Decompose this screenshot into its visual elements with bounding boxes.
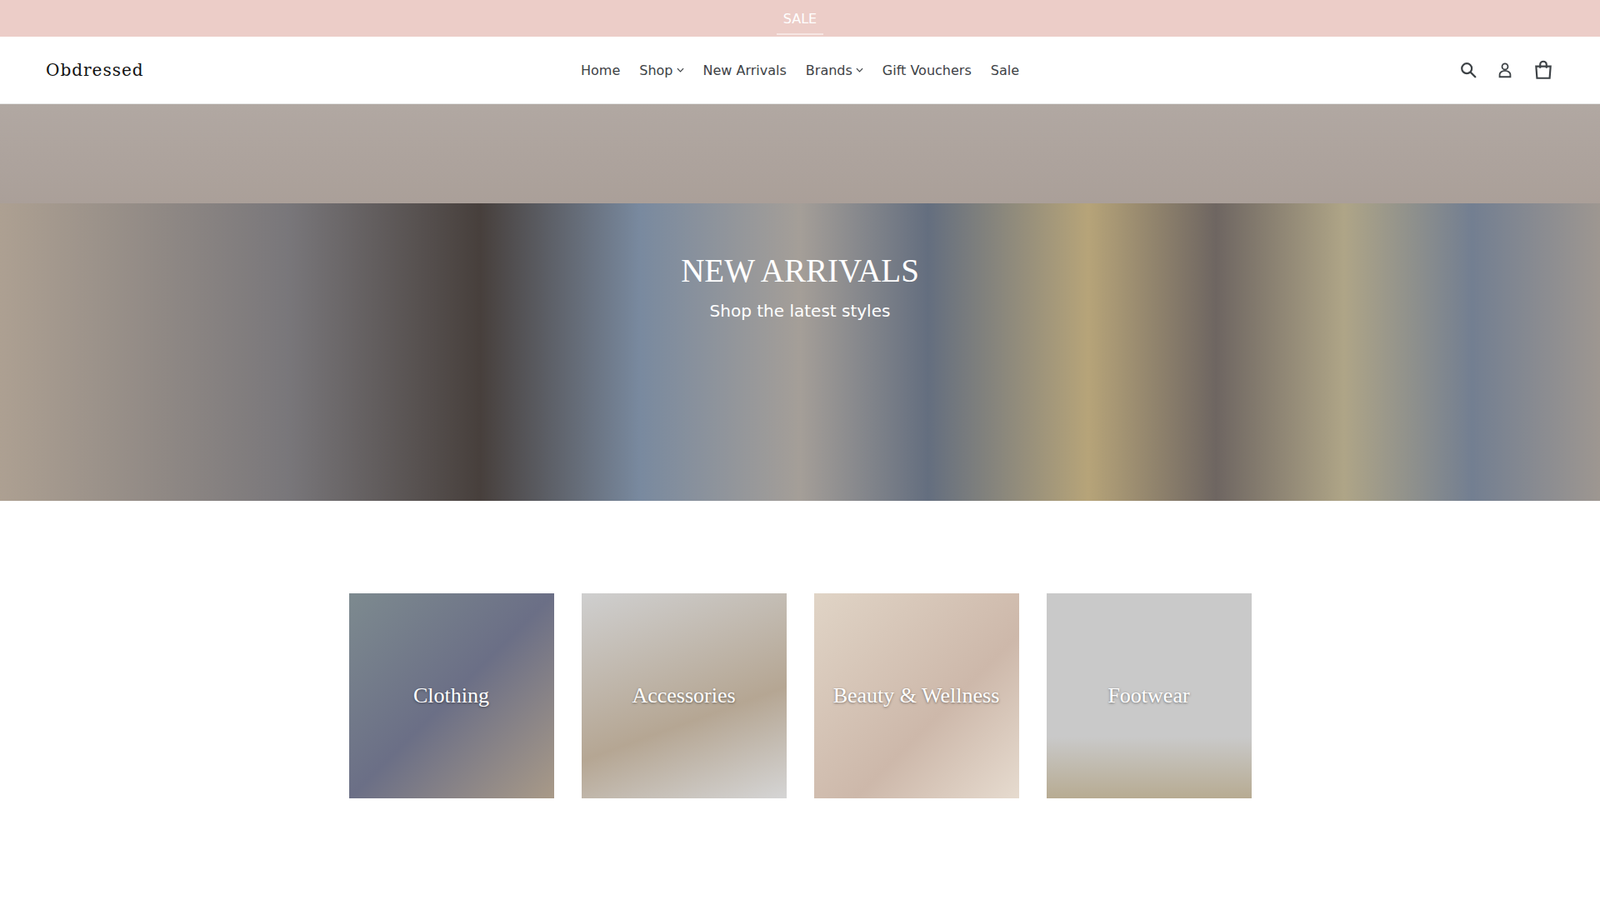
hero-title: NEW ARRIVALS xyxy=(680,251,920,290)
announcement-bar[interactable]: SALE xyxy=(0,0,1600,37)
search-icon[interactable] xyxy=(1459,60,1478,80)
announcement-text[interactable]: SALE xyxy=(776,2,824,35)
nav-item[interactable]: New Arrivals xyxy=(703,62,787,79)
hero-content: NEW ARRIVALS Shop the latest styles xyxy=(680,251,920,321)
page: SALE ObdressedHome Shop New Arrivals Brands G… xyxy=(0,0,1600,900)
hero-subtitle: Shop the latest styles xyxy=(680,300,920,321)
logo[interactable]: Obdressed xyxy=(45,60,581,80)
category-grid: Clothing Accessories Beauty & Wellness Foot… xyxy=(0,500,1600,899)
main-nav: Home Shop New Arrivals Brands Gift Vouchers S… xyxy=(580,62,1020,79)
site-header: ObdressedHome Shop New Arrivals Brands Gift … xyxy=(0,36,1600,105)
nav-item[interactable]: Shop xyxy=(639,62,684,79)
category-card[interactable]: Beauty & Wellness xyxy=(814,593,1020,799)
nav-item[interactable]: Brands xyxy=(805,62,864,79)
category-label: Footwear xyxy=(1102,683,1195,709)
header-icons xyxy=(1019,59,1555,81)
chevron-down-icon xyxy=(855,67,864,73)
category-label: Accessories xyxy=(626,683,740,709)
cart-icon[interactable] xyxy=(1532,59,1555,81)
chevron-down-icon xyxy=(676,67,685,73)
category-card[interactable]: Footwear xyxy=(1046,593,1252,799)
hero-banner[interactable]: NEW ARRIVALS Shop the latest styles xyxy=(0,104,1600,501)
nav-item[interactable]: Sale xyxy=(990,62,1020,79)
category-card[interactable]: Clothing xyxy=(349,593,555,799)
category-label: Clothing xyxy=(408,683,495,709)
account-icon[interactable] xyxy=(1495,60,1515,80)
category-label: Beauty & Wellness xyxy=(828,683,1005,709)
category-card[interactable]: Accessories xyxy=(581,593,787,799)
nav-item[interactable]: Gift Vouchers xyxy=(882,62,972,79)
nav-item[interactable]: Home xyxy=(580,62,620,79)
